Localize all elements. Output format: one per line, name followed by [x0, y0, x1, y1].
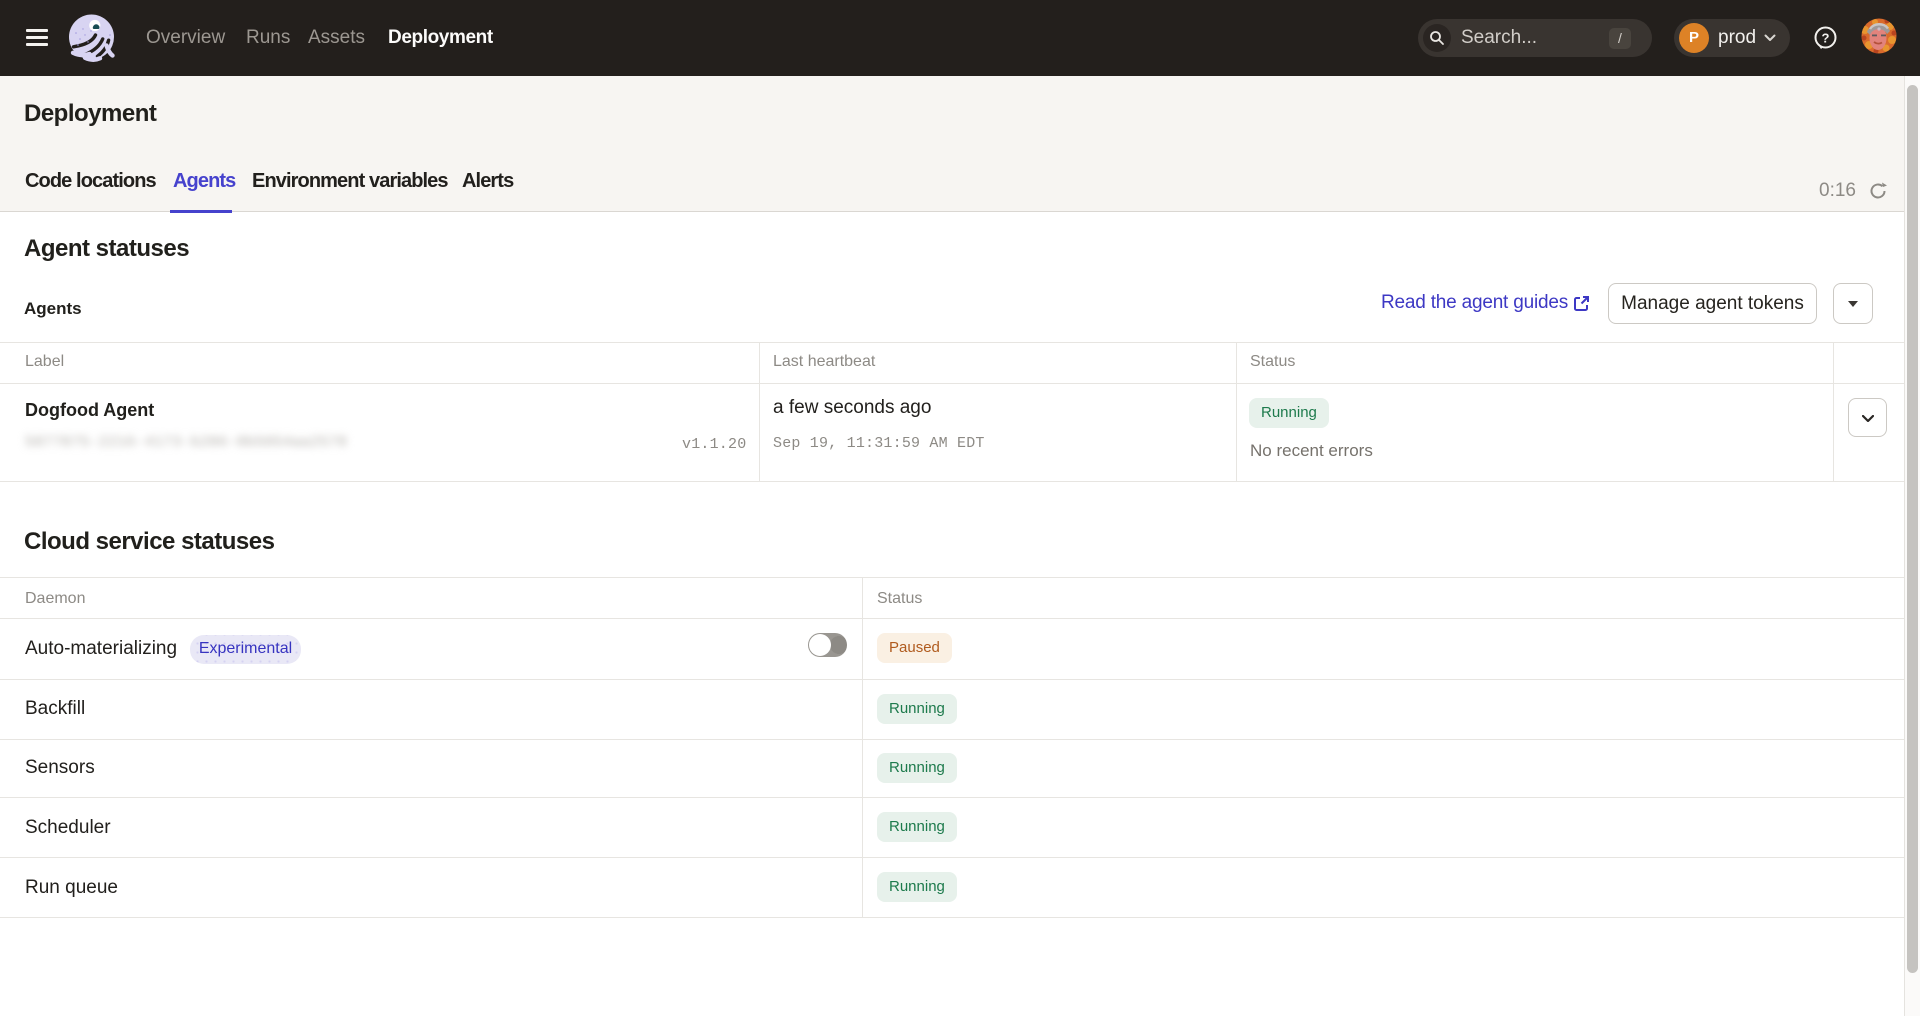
svg-text:?: ?	[1822, 31, 1830, 46]
